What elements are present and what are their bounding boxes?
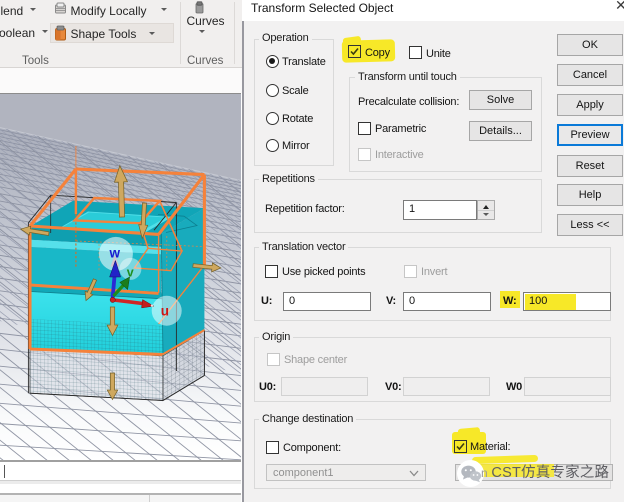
svg-text:v: v xyxy=(127,266,134,280)
svg-text:u: u xyxy=(161,304,169,319)
svg-text:w: w xyxy=(109,246,121,261)
